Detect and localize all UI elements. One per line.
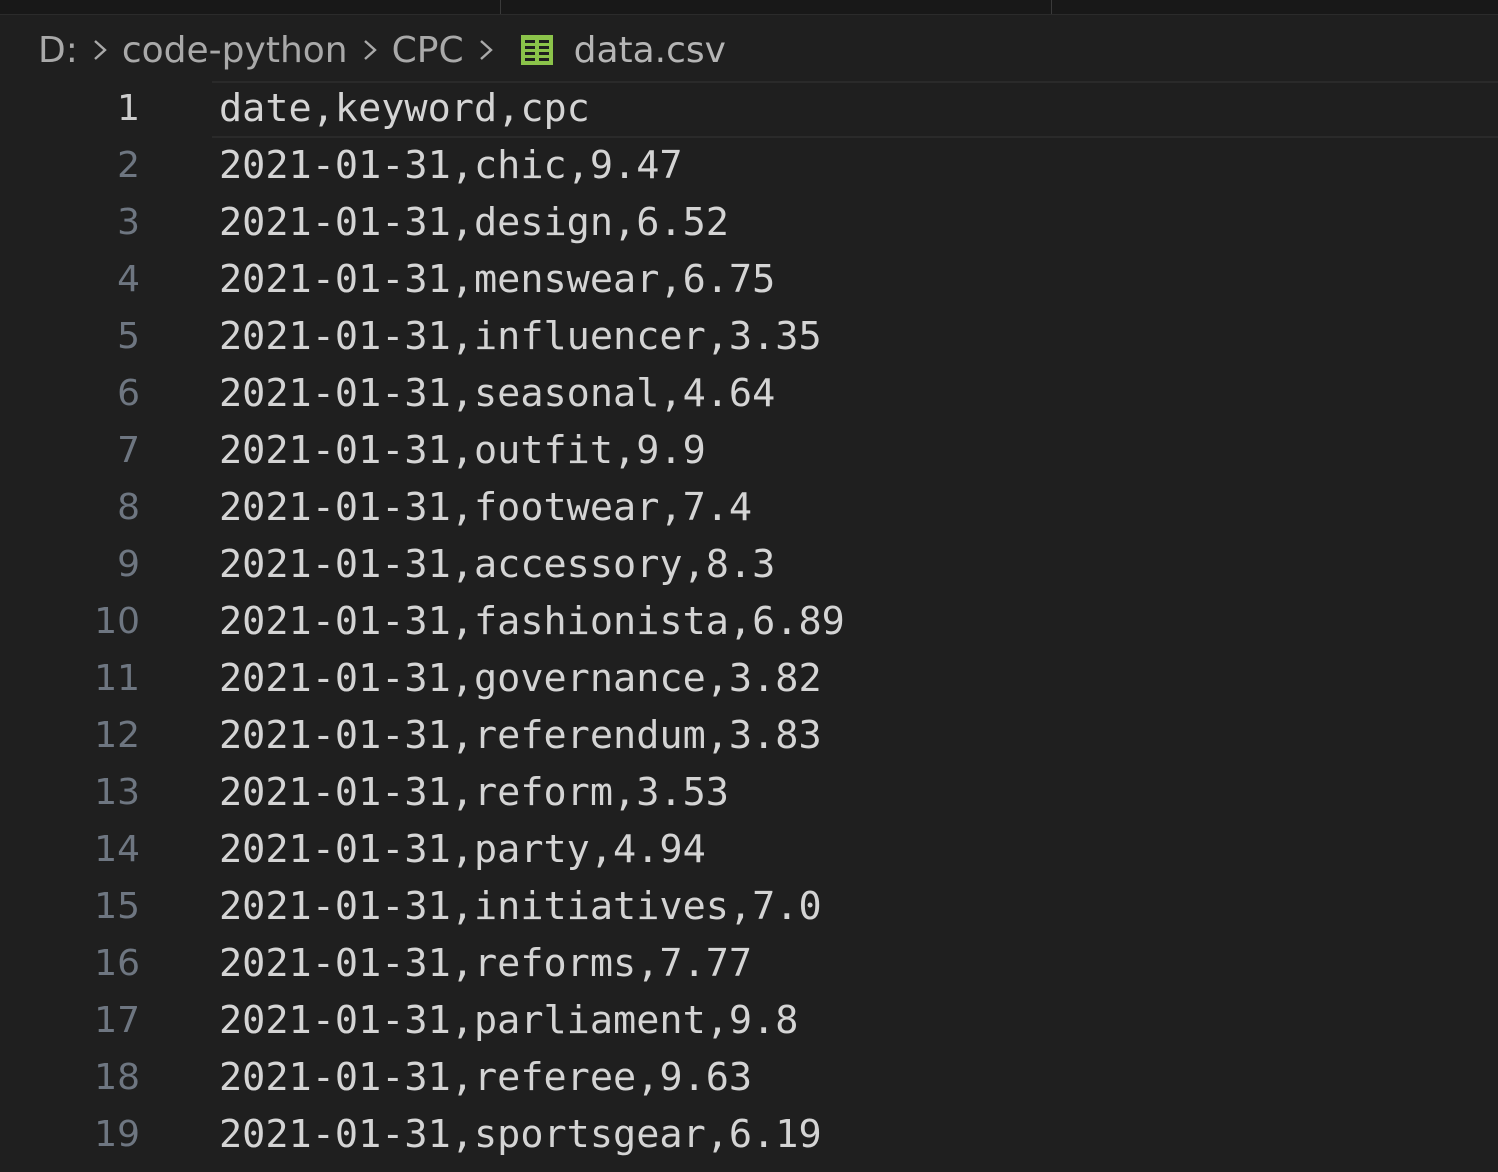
line-text[interactable]: 2021-01-31,sportsgear,6.19 xyxy=(219,1113,822,1157)
editor-line[interactable]: 16 2021-01-31,reforms,7.77 xyxy=(0,936,1498,993)
line-number: 15 xyxy=(94,886,140,927)
line-text[interactable]: 2021-01-31,party,4.94 xyxy=(219,828,706,872)
line-number: 11 xyxy=(94,658,140,699)
editor-line[interactable]: 8 2021-01-31,footwear,7.4 xyxy=(0,480,1498,537)
line-text[interactable]: 2021-01-31,influencer,3.35 xyxy=(219,315,822,359)
tab-bar xyxy=(0,0,1498,15)
editor-line[interactable]: 3 2021-01-31,design,6.52 xyxy=(0,195,1498,252)
csv-table-icon xyxy=(520,34,554,66)
tab-divider xyxy=(500,0,501,14)
line-number: 3 xyxy=(117,202,140,243)
line-text[interactable]: 2021-01-31,referendum,3.83 xyxy=(219,714,822,758)
line-text[interactable]: 2021-01-31,seasonal,4.64 xyxy=(219,372,775,416)
line-text[interactable]: 2021-01-31,reform,3.53 xyxy=(219,771,729,815)
line-text[interactable]: 2021-01-31,chic,9.47 xyxy=(219,144,683,188)
line-text[interactable]: 2021-01-31,design,6.52 xyxy=(219,201,729,245)
line-number: 1 xyxy=(117,88,140,129)
breadcrumb-file[interactable]: data.csv xyxy=(574,30,726,71)
line-number: 9 xyxy=(117,544,140,585)
line-number: 13 xyxy=(94,772,140,813)
line-number: 10 xyxy=(94,601,140,642)
tab-divider xyxy=(1051,0,1052,14)
line-number: 2 xyxy=(117,145,140,186)
editor-line[interactable]: 17 2021-01-31,parliament,9.8 xyxy=(0,993,1498,1050)
line-text[interactable]: 2021-01-31,accessory,8.3 xyxy=(219,543,775,587)
breadcrumb: D: code-python CPC data.csv xyxy=(38,24,726,76)
line-number: 12 xyxy=(94,715,140,756)
line-number: 8 xyxy=(117,487,140,528)
line-number: 17 xyxy=(94,1000,140,1041)
line-number: 14 xyxy=(94,829,140,870)
line-text[interactable]: 2021-01-31,parliament,9.8 xyxy=(219,999,798,1043)
editor-line[interactable]: 19 2021-01-31,sportsgear,6.19 xyxy=(0,1107,1498,1164)
breadcrumb-folder-cpc[interactable]: CPC xyxy=(392,30,464,71)
line-text[interactable]: 2021-01-31,outfit,9.9 xyxy=(219,429,706,473)
line-number: 16 xyxy=(94,943,140,984)
line-text[interactable]: date,keyword,cpc xyxy=(219,87,590,131)
editor-line[interactable]: 15 2021-01-31,initiatives,7.0 xyxy=(0,879,1498,936)
editor-line[interactable]: 4 2021-01-31,menswear,6.75 xyxy=(0,252,1498,309)
editor-line[interactable]: 11 2021-01-31,governance,3.82 xyxy=(0,651,1498,708)
chevron-right-icon xyxy=(92,35,108,65)
line-text[interactable]: 2021-01-31,footwear,7.4 xyxy=(219,486,752,530)
line-number: 5 xyxy=(117,316,140,357)
chevron-right-icon xyxy=(362,35,378,65)
line-number: 19 xyxy=(94,1114,140,1155)
editor-line[interactable]: 9 2021-01-31,accessory,8.3 xyxy=(0,537,1498,594)
chevron-right-icon xyxy=(478,35,494,65)
editor-line[interactable]: 5 2021-01-31,influencer,3.35 xyxy=(0,309,1498,366)
editor-line[interactable]: 10 2021-01-31,fashionista,6.89 xyxy=(0,594,1498,651)
editor-line[interactable]: 18 2021-01-31,referee,9.63 xyxy=(0,1050,1498,1107)
line-number: 4 xyxy=(117,259,140,300)
line-text[interactable]: 2021-01-31,reforms,7.77 xyxy=(219,942,752,986)
line-text[interactable]: 2021-01-31,governance,3.82 xyxy=(219,657,822,701)
code-editor[interactable]: 1 date,keyword,cpc 2 2021-01-31,chic,9.47 3 2… xyxy=(0,81,1498,1172)
editor-line[interactable]: 7 2021-01-31,outfit,9.9 xyxy=(0,423,1498,480)
breadcrumb-folder-code-python[interactable]: code-python xyxy=(122,30,348,71)
line-text[interactable]: 2021-01-31,menswear,6.75 xyxy=(219,258,775,302)
line-number: 7 xyxy=(117,430,140,471)
editor-line[interactable]: 6 2021-01-31,seasonal,4.64 xyxy=(0,366,1498,423)
line-number: 18 xyxy=(94,1057,140,1098)
line-number: 6 xyxy=(117,373,140,414)
editor-line[interactable]: 14 2021-01-31,party,4.94 xyxy=(0,822,1498,879)
editor-line[interactable]: 1 date,keyword,cpc xyxy=(0,81,1498,138)
line-text[interactable]: 2021-01-31,initiatives,7.0 xyxy=(219,885,822,929)
breadcrumb-drive[interactable]: D: xyxy=(38,30,78,71)
line-text[interactable]: 2021-01-31,referee,9.63 xyxy=(219,1056,752,1100)
editor-line[interactable]: 2 2021-01-31,chic,9.47 xyxy=(0,138,1498,195)
editor-line[interactable]: 12 2021-01-31,referendum,3.83 xyxy=(0,708,1498,765)
editor-line[interactable]: 13 2021-01-31,reform,3.53 xyxy=(0,765,1498,822)
line-text[interactable]: 2021-01-31,fashionista,6.89 xyxy=(219,600,845,644)
